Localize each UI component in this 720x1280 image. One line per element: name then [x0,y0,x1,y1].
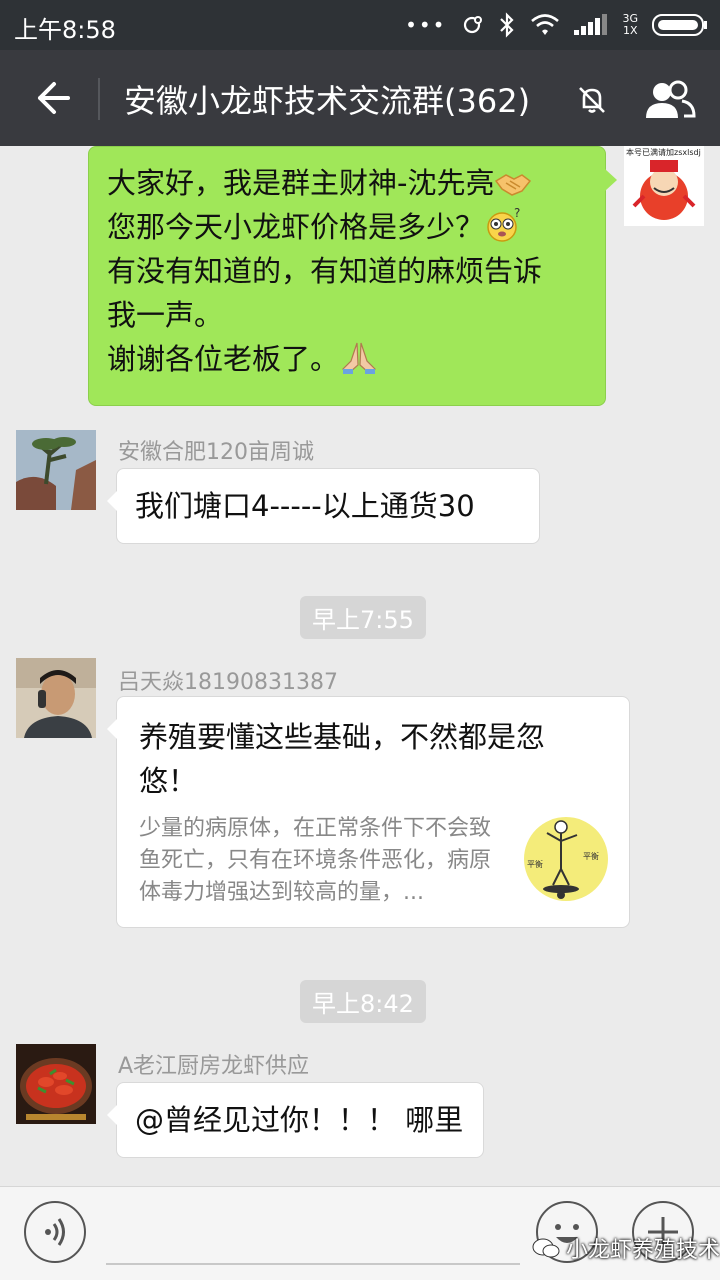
folded-hands-emoji [342,342,376,374]
link-card-thumbnail: 平衡 平衡 [521,813,611,903]
link-card-title: 养殖要懂这些基础，不然都是忽悠！ [139,720,546,798]
link-card-description: 少量的病原体，在正常条件下不会致鱼死亡，只有在环境条件恶化，病原体毒力增强达到较… [139,816,492,905]
caishen-avatar-image [624,146,704,226]
voice-icon [45,1218,65,1246]
group-members-icon[interactable] [640,76,700,124]
header-divider [98,78,100,120]
avatar[interactable] [16,658,96,738]
confused-face-emoji: ? [487,207,520,242]
message-line: 我一声。 [107,298,224,332]
sync-icon [464,16,483,34]
status-time: 上午8:58 [14,16,116,44]
avatar[interactable] [16,430,96,510]
message-bubble[interactable]: 我们塘口4-----以上通货30 [107,468,540,544]
chat-area[interactable]: 大家好，我是群主财神-沈先亮 您那今天小龙虾价格是多少？? 有没有知道的，有知道… [0,146,720,1186]
avatar-caption: 本号已满请加zsxlsdj [626,148,701,157]
message-text: @曾经见过你！！！ 哪里 [135,1103,464,1137]
chat-header: 安徽小龙虾技术交流群(362) [0,50,720,146]
crayfish-dish-avatar-image [16,1044,96,1124]
sender-name: 安徽合肥120亩周诚 [118,440,314,465]
message-bubble-sent[interactable]: 大家好，我是群主财神-沈先亮 您那今天小龙虾价格是多少？? 有没有知道的，有知道… [88,146,617,406]
message-line: 谢谢各位老板了。 [107,337,587,381]
link-card[interactable]: 养殖要懂这些基础，不然都是忽悠！ 少量的病原体，在正常条件下不会致鱼死亡，只有在… [107,696,630,928]
signal-icon [574,14,608,35]
sender-name: 吕天焱18190831387 [118,670,338,695]
avatar[interactable] [16,1044,96,1124]
svg-text:平衡: 平衡 [527,859,543,869]
message-line: 有没有知道的，有知道的麻烦告诉 [107,254,543,288]
back-arrow-icon[interactable] [26,74,74,122]
wifi-icon [531,14,560,35]
network-type: 3G 1X [622,12,638,37]
watermark-text: 小龙虾养殖技术 [566,1238,720,1263]
timestamp: 早上8:42 [300,980,426,1023]
wechat-logo-icon [532,1238,560,1258]
message-line: 您那今天小龙虾价格是多少？? [107,205,587,249]
voice-button[interactable] [24,1201,86,1263]
message-input[interactable] [106,1263,520,1265]
bluetooth-icon [500,12,515,38]
avatar[interactable]: 本号已满请加zsxlsdj [624,146,704,226]
battery-icon [652,14,707,36]
man-on-phone-avatar-image [16,658,96,738]
mute-bell-icon [579,87,605,113]
status-bar: 上午8:58 ••• 3G 1X [0,0,720,50]
message-bubble[interactable]: @曾经见过你！！！ 哪里 [107,1082,484,1158]
more-dots-icon: ••• [405,13,447,37]
timestamp: 早上7:55 [300,596,426,639]
svg-text:?: ? [514,207,520,220]
status-icons: ••• 3G 1X [405,10,708,40]
landscape-avatar-image [16,430,96,510]
sender-name: A老江厨房龙虾供应 [118,1054,310,1079]
svg-text:平衡: 平衡 [583,851,599,861]
chat-title: 安徽小龙虾技术交流群(362) [124,82,531,120]
message-line: 大家好，我是群主财神-沈先亮 [107,161,587,205]
message-text: 我们塘口4-----以上通货30 [135,489,475,523]
watermark: 小龙虾养殖技术 [532,1232,720,1264]
handshake-emoji [495,174,532,196]
